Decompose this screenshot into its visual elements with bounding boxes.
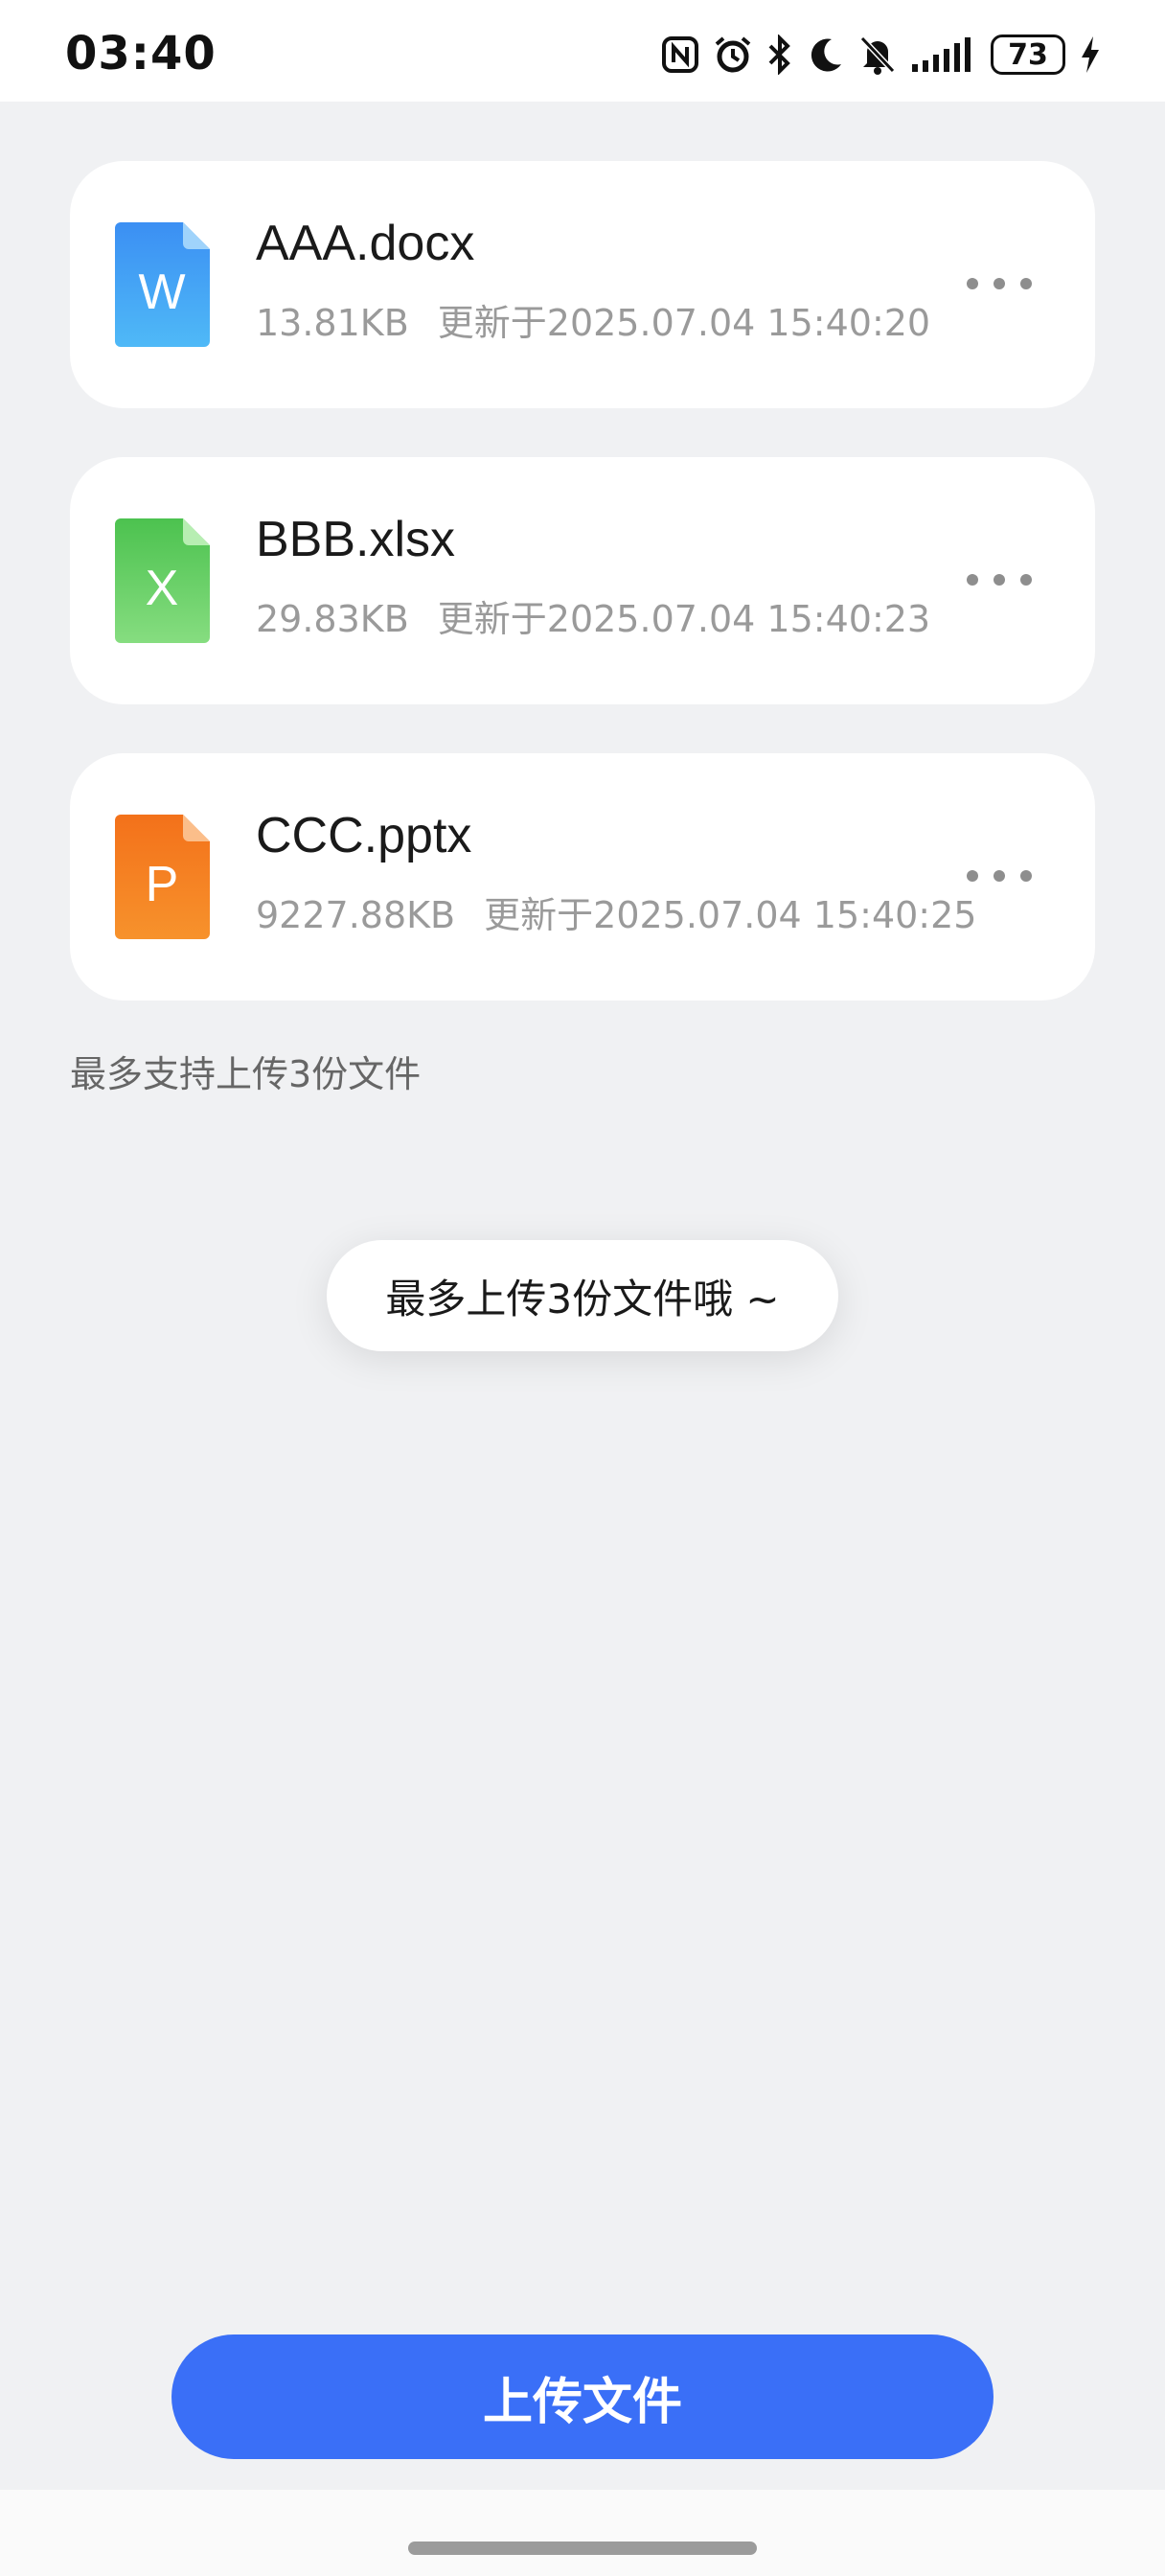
file-meta: 29.83KB 更新于2025.07.04 15:40:23 [256,589,930,642]
status-bar: 03:40 73 [0,0,1165,102]
svg-text:P: P [146,857,179,912]
file-card[interactable]: P CCC.pptx 9227.88KB 更新于2025.07.04 15:40:… [70,753,1095,1000]
charging-icon [1079,34,1102,75]
powerpoint-file-icon: P [115,815,210,939]
file-name: BBB.xlsx [256,512,456,567]
file-name: CCC.pptx [256,808,472,863]
file-updated: 更新于2025.07.04 15:40:20 [437,302,931,344]
more-options-button[interactable] [961,849,1038,903]
status-time: 03:40 [65,27,217,80]
gesture-nav-bar [0,2490,1165,2576]
more-dot [994,278,1005,289]
file-size: 13.81KB [256,302,409,344]
more-dot [1020,574,1032,586]
bluetooth-icon [766,34,793,75]
status-icons: 73 [661,29,1102,80]
signal-icon [910,35,977,74]
more-dot [967,278,978,289]
file-card[interactable]: W AAA.docx 13.81KB 更新于2025.07.04 15:40:20 [70,161,1095,408]
svg-text:X: X [146,561,179,616]
upload-file-button[interactable]: 上传文件 [171,2334,994,2459]
file-updated: 更新于2025.07.04 15:40:25 [484,894,977,936]
more-dot [994,574,1005,586]
file-size: 9227.88KB [256,894,456,936]
upload-limit-hint: 最多支持上传3份文件 [70,1053,422,1095]
word-file-icon: W [115,222,210,347]
main-content: W AAA.docx 13.81KB 更新于2025.07.04 15:40:20… [0,102,1165,2490]
nfc-icon [661,35,699,74]
file-updated: 更新于2025.07.04 15:40:23 [437,598,931,640]
more-options-button[interactable] [961,553,1038,607]
more-dot [1020,278,1032,289]
svg-text:W: W [138,264,185,320]
file-name: AAA.docx [256,216,475,271]
mute-bell-icon [858,34,897,75]
file-size: 29.83KB [256,598,409,640]
more-dot [994,870,1005,882]
battery-level: 73 [1008,37,1048,72]
moon-icon [807,35,845,74]
file-card[interactable]: X BBB.xlsx 29.83KB 更新于2025.07.04 15:40:23 [70,457,1095,704]
alarm-icon [713,34,753,75]
more-dot [967,870,978,882]
home-indicator[interactable] [408,2542,757,2555]
toast-message: 最多上传3份文件哦 ~ [327,1240,838,1351]
more-options-button[interactable] [961,257,1038,310]
more-dot [967,574,978,586]
file-meta: 9227.88KB 更新于2025.07.04 15:40:25 [256,886,976,938]
file-meta: 13.81KB 更新于2025.07.04 15:40:20 [256,293,930,346]
more-dot [1020,870,1032,882]
excel-file-icon: X [115,518,210,643]
battery-icon: 73 [991,34,1065,75]
